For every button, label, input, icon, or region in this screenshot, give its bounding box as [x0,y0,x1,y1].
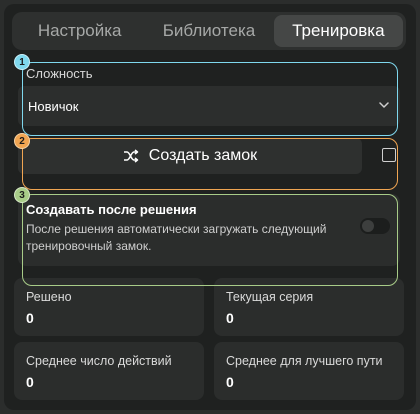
difficulty-value: Новичок [28,98,79,114]
stat-current-streak: Текущая серия 0 [214,278,404,336]
difficulty-select[interactable]: Новичок [18,86,400,126]
annotation-badge-3: 3 [14,187,30,203]
stat-value: 0 [26,374,34,390]
tab-setup[interactable]: Настройка [15,15,144,47]
stat-value: 0 [226,310,234,326]
stat-solved: Решено 0 [14,278,204,336]
difficulty-label: Сложность [26,66,93,81]
stat-label: Решено [26,290,72,304]
shuffle-icon [123,149,139,163]
create-lock-label: Создать замок [148,147,258,164]
stat-value: 0 [26,310,34,326]
stat-value: 0 [226,374,234,390]
toggle-knob [362,220,374,232]
auto-create-toggle[interactable] [360,218,390,234]
tab-training[interactable]: Тренировка [273,15,403,47]
auto-create-title: Создавать после решения [26,202,197,217]
stat-avg-moves: Среднее число действий 0 [14,342,204,400]
create-lock-button[interactable]: Создать замок [18,138,362,174]
stat-label: Текущая серия [226,290,314,304]
stat-avg-best-path: Среднее для лучшего пути 0 [214,342,404,400]
auto-create-description: После решения автоматически загружать сл… [26,222,327,253]
tab-library[interactable]: Библиотека [144,15,273,47]
tab-bar: Настройка Библиотека Тренировка [12,12,406,50]
annotation-badge-1: 1 [14,54,30,70]
create-option-checkbox[interactable] [382,148,396,162]
chevron-down-icon [379,102,389,108]
stat-label: Среднее для лучшего пути [226,354,383,368]
stat-label: Среднее число действий [26,354,172,368]
annotation-badge-2: 2 [14,133,30,149]
